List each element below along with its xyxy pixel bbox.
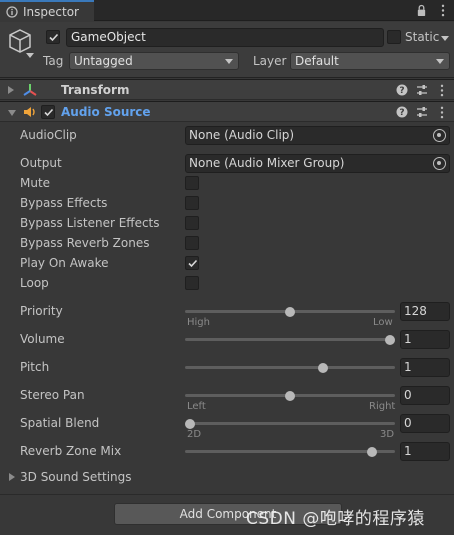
pitch-label: Pitch — [20, 360, 50, 374]
priority-low-caption: Low — [373, 317, 393, 328]
3d-sound-settings-foldout[interactable]: 3D Sound Settings — [20, 470, 132, 484]
audio-source-title: Audio Source — [61, 105, 151, 119]
bypass-effects-label: Bypass Effects — [20, 196, 108, 210]
volume-input[interactable]: 1 — [400, 330, 450, 349]
audio-clip-label: AudioClip — [20, 128, 77, 142]
tag-label: Tag — [43, 54, 64, 68]
watermark: CSDN @咆哮的程序猿 — [246, 509, 425, 529]
tab-bar: Inspector — [0, 0, 454, 21]
reverb-zone-mix-slider-handle[interactable] — [366, 446, 377, 457]
icon-dropdown-arrow-icon[interactable] — [26, 48, 34, 58]
static-label: Static — [405, 30, 440, 44]
loop-label: Loop — [20, 276, 49, 290]
more-options-icon[interactable] — [436, 2, 450, 18]
tag-dropdown[interactable]: Untagged — [69, 52, 239, 70]
bypass-listener-effects-checkbox[interactable] — [185, 216, 199, 230]
tab-label: Inspector — [23, 4, 79, 19]
stereo-pan-label: Stereo Pan — [20, 388, 85, 402]
stereo-pan-right-caption: Right — [369, 401, 396, 412]
tab-controls — [414, 2, 450, 18]
gameobject-active-checkbox[interactable] — [46, 30, 60, 44]
spatial-blend-3d-caption: 3D — [380, 429, 395, 440]
transform-title: Transform — [61, 83, 130, 97]
audio-clip-field[interactable]: None (Audio Clip) — [185, 126, 450, 145]
spatial-blend-slider-track[interactable] — [185, 422, 395, 425]
loop-checkbox[interactable] — [185, 276, 199, 290]
spatial-blend-slider-handle[interactable] — [185, 418, 195, 429]
volume-slider-track[interactable] — [185, 338, 395, 341]
foldout-collapsed-icon[interactable] — [9, 473, 15, 481]
output-field[interactable]: None (Audio Mixer Group) — [185, 154, 450, 173]
output-value: None (Audio Mixer Group) — [189, 156, 345, 170]
more-options-icon[interactable] — [436, 104, 448, 120]
spatial-blend-2d-caption: 2D — [187, 429, 202, 440]
reverb-zone-mix-label: Reverb Zone Mix — [20, 444, 122, 458]
priority-high-caption: High — [187, 317, 210, 328]
static-checkbox[interactable] — [387, 30, 401, 44]
stereo-pan-slider-handle[interactable] — [285, 390, 295, 401]
bypass-reverb-zones-checkbox[interactable] — [185, 236, 199, 250]
object-picker-icon[interactable] — [433, 129, 446, 142]
priority-input[interactable]: 128 — [400, 302, 450, 321]
reverb-zone-mix-input[interactable]: 1 — [400, 442, 450, 461]
help-icon[interactable]: ? — [396, 104, 408, 120]
audio-source-enabled-checkbox[interactable] — [41, 105, 55, 119]
stereo-pan-left-caption: Left — [187, 401, 206, 412]
presets-icon[interactable] — [416, 82, 428, 98]
tab-inspector[interactable]: Inspector — [0, 0, 94, 21]
output-label: Output — [20, 156, 62, 170]
foldout-collapsed-icon[interactable] — [8, 86, 14, 94]
play-on-awake-label: Play On Awake — [20, 256, 109, 270]
play-on-awake-checkbox[interactable] — [185, 256, 199, 270]
chevron-down-icon — [436, 59, 444, 64]
spatial-blend-label: Spatial Blend — [20, 416, 100, 430]
volume-slider-handle[interactable] — [385, 334, 395, 345]
bypass-listener-effects-label: Bypass Listener Effects — [20, 216, 160, 230]
layer-value: Default — [295, 54, 339, 68]
layer-label: Layer — [253, 54, 287, 68]
divider — [0, 494, 454, 495]
pitch-slider-track[interactable] — [185, 366, 395, 369]
chevron-down-icon — [225, 59, 233, 64]
static-dropdown-arrow-icon[interactable] — [441, 36, 449, 41]
svg-text:?: ? — [399, 108, 404, 118]
foldout-expanded-icon[interactable] — [8, 110, 16, 116]
bypass-reverb-zones-label: Bypass Reverb Zones — [20, 236, 150, 250]
priority-label: Priority — [20, 304, 63, 318]
object-picker-icon[interactable] — [433, 157, 446, 170]
reverb-zone-mix-slider-track[interactable] — [185, 450, 395, 453]
help-icon[interactable]: ? — [396, 82, 408, 98]
audio-clip-value: None (Audio Clip) — [189, 128, 295, 142]
svg-text:?: ? — [399, 86, 404, 96]
transform-controls: ? — [396, 82, 448, 98]
presets-icon[interactable] — [416, 104, 428, 120]
speaker-icon — [22, 105, 38, 119]
pitch-input[interactable]: 1 — [400, 358, 450, 377]
mute-checkbox[interactable] — [185, 176, 199, 190]
pitch-slider-handle[interactable] — [318, 362, 329, 373]
more-options-icon[interactable] — [436, 82, 448, 98]
gameobject-name-field[interactable]: GameObject — [66, 28, 384, 47]
priority-slider-handle[interactable] — [285, 306, 295, 317]
volume-label: Volume — [20, 332, 65, 346]
tag-value: Untagged — [74, 54, 133, 68]
audio-source-component-header[interactable]: Audio Source ? — [0, 101, 454, 122]
stereo-pan-input[interactable]: 0 — [400, 386, 450, 405]
layer-dropdown[interactable]: Default — [290, 52, 450, 70]
lock-icon[interactable] — [414, 2, 428, 18]
transform-component-header[interactable]: Transform ? — [0, 79, 454, 100]
bypass-effects-checkbox[interactable] — [185, 196, 199, 210]
spatial-blend-input[interactable]: 0 — [400, 414, 450, 433]
mute-label: Mute — [20, 176, 51, 190]
transform-axes-icon — [22, 83, 38, 97]
info-icon — [6, 5, 18, 18]
audio-source-controls: ? — [396, 104, 448, 120]
